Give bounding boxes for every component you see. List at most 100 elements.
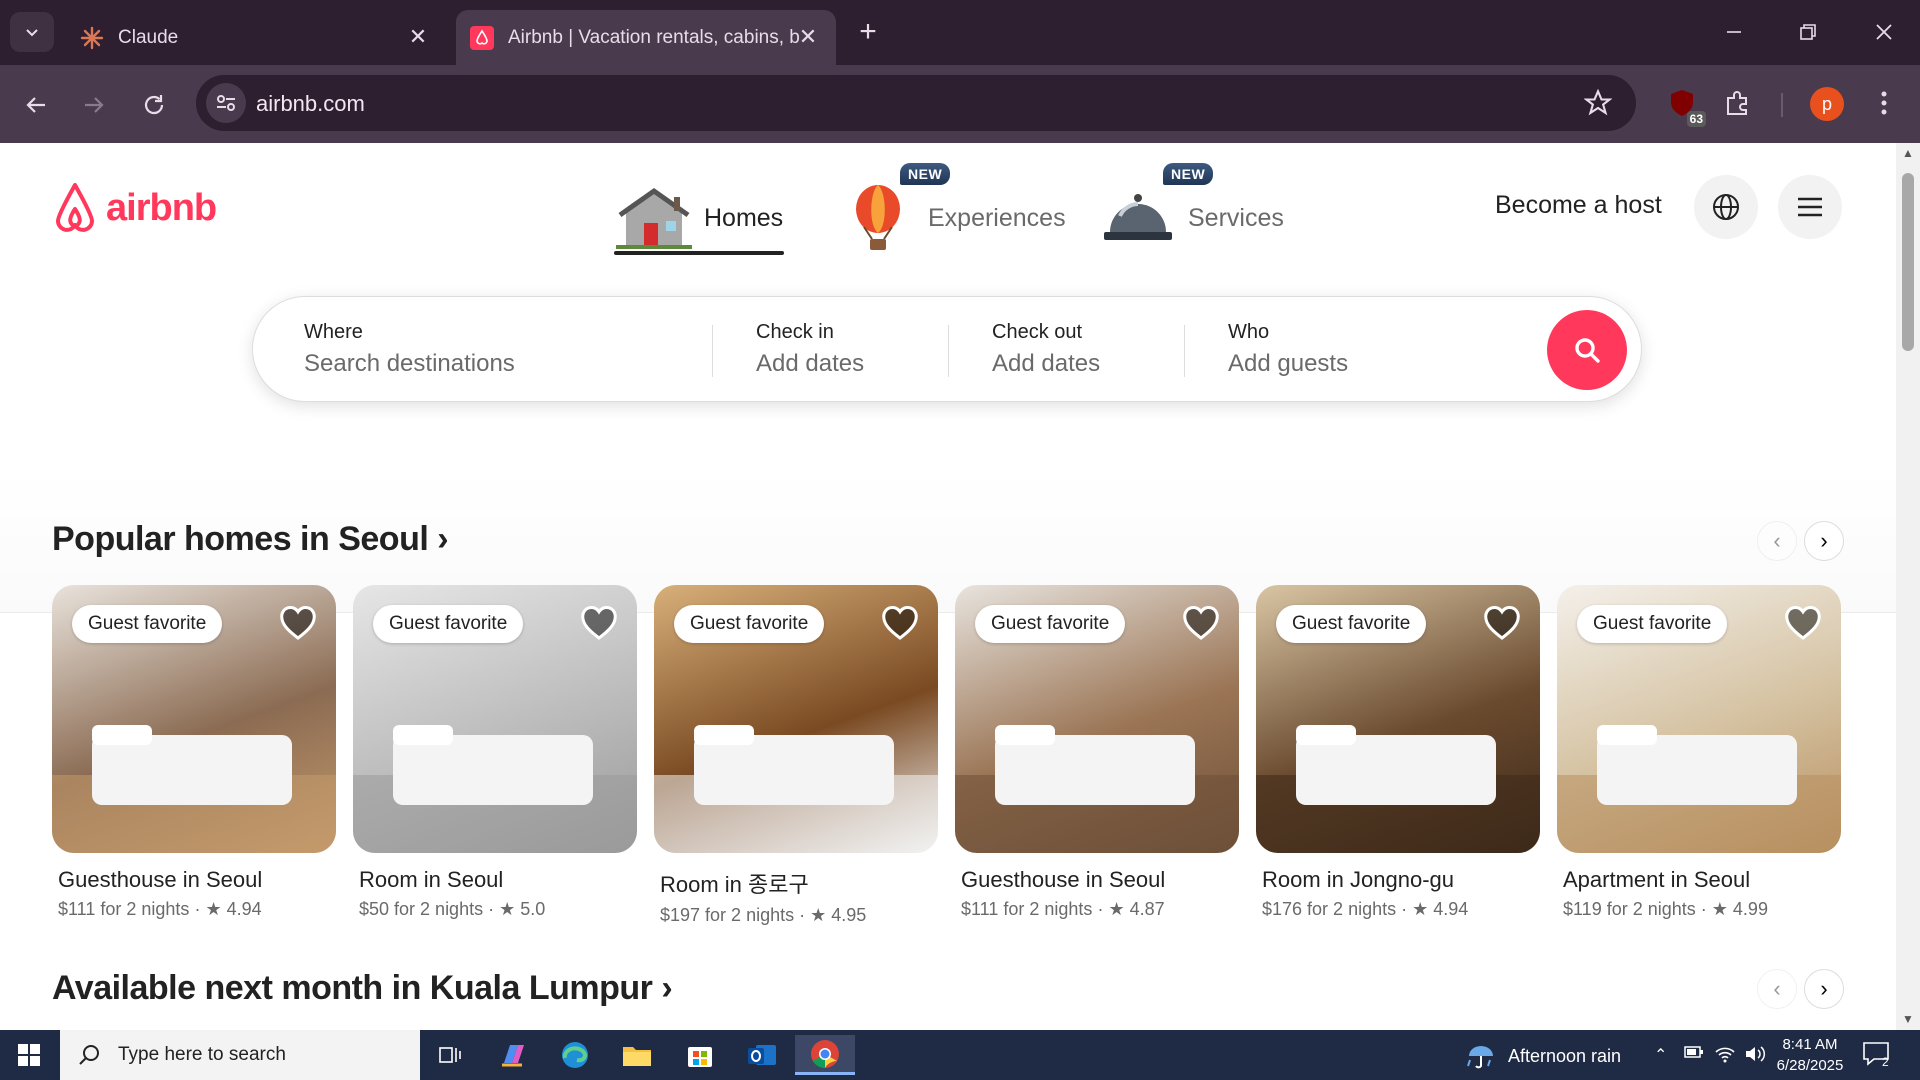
listing-rating: 4.95 xyxy=(831,905,867,925)
close-window-button[interactable] xyxy=(1864,14,1904,50)
become-a-host-link[interactable]: Become a host xyxy=(1495,191,1662,220)
search-divider xyxy=(948,325,949,377)
restore-icon xyxy=(1800,24,1816,40)
who-label: Who xyxy=(1228,321,1270,343)
site-info-button[interactable] xyxy=(206,83,246,123)
address-bar[interactable]: airbnb.com xyxy=(196,75,1636,131)
listing-title[interactable]: Room in 종로구 xyxy=(660,867,938,899)
taskbar-search-box[interactable]: Type here to search xyxy=(60,1030,420,1080)
listing-title[interactable]: Room in Seoul xyxy=(359,867,637,893)
scroll-up-arrow-icon[interactable]: ▲ xyxy=(1902,147,1914,159)
new-tab-button[interactable]: + xyxy=(852,15,884,48)
carousel-next-button[interactable]: › xyxy=(1804,521,1844,561)
microsoft-store-button[interactable] xyxy=(675,1035,725,1075)
minimize-button[interactable] xyxy=(1714,14,1754,50)
main-menu-button[interactable] xyxy=(1778,175,1842,239)
star-icon: ★ xyxy=(1108,899,1125,919)
extensions-button[interactable] xyxy=(1720,85,1756,121)
weather-widget[interactable]: Afternoon rain xyxy=(1466,1042,1621,1070)
guest-favorite-badge: Guest favorite xyxy=(72,605,223,643)
listing-title[interactable]: Guesthouse in Seoul xyxy=(961,867,1239,893)
profile-avatar[interactable]: p xyxy=(1810,87,1844,121)
system-clock[interactable]: 8:41 AM 6/28/2025 xyxy=(1770,1034,1850,1076)
tab-airbnb[interactable]: Airbnb | Vacation rentals, cabins, b ✕ xyxy=(456,10,836,65)
wifi-icon[interactable] xyxy=(1714,1045,1736,1068)
show-hidden-icons-button[interactable]: ⌃ xyxy=(1654,1045,1667,1065)
category-services[interactable]: Services xyxy=(1098,178,1284,258)
section-title[interactable]: Popular homes in Seoul › xyxy=(52,520,449,559)
close-tab-icon[interactable]: ✕ xyxy=(794,23,822,51)
listing-card[interactable]: Guest favorite Room in Seoul $50 for 2 nig… xyxy=(353,585,637,920)
battery-icon[interactable] xyxy=(1684,1045,1704,1064)
listing-photo[interactable]: Guest favorite xyxy=(955,585,1239,853)
task-view-button[interactable] xyxy=(425,1035,475,1075)
chevron-down-icon xyxy=(26,29,38,37)
folder-icon xyxy=(623,1047,651,1066)
listing-title[interactable]: Apartment in Seoul xyxy=(1563,867,1841,893)
hamburger-menu-icon xyxy=(1798,197,1822,217)
listing-card[interactable]: Guest favorite Guesthouse in Seoul $111 fo… xyxy=(955,585,1239,920)
listing-card[interactable]: Guest favorite Guesthouse in Seoul $111 fo… xyxy=(52,585,336,920)
where-field[interactable]: Where Search destinations xyxy=(304,321,515,378)
search-bar[interactable]: Where Search destinations Check in Add d… xyxy=(252,296,1642,402)
carousel-prev-button[interactable]: ‹ xyxy=(1757,521,1797,561)
claude-logo-icon xyxy=(80,26,104,50)
listing-photo[interactable]: Guest favorite xyxy=(654,585,938,853)
listing-photo[interactable]: Guest favorite xyxy=(1557,585,1841,853)
url-text[interactable]: airbnb.com xyxy=(256,91,365,117)
reload-button[interactable] xyxy=(134,85,174,125)
check-in-field[interactable]: Check in Add dates xyxy=(756,321,864,378)
clock-date: 6/28/2025 xyxy=(1776,1057,1844,1074)
listing-photo[interactable]: Guest favorite xyxy=(52,585,336,853)
bookmark-star-icon[interactable] xyxy=(1584,89,1612,117)
category-homes[interactable]: Homes xyxy=(614,178,783,258)
heart-wishlist-icon[interactable] xyxy=(579,603,619,643)
notification-count: 2 xyxy=(1882,1055,1889,1068)
heart-wishlist-icon[interactable] xyxy=(880,603,920,643)
who-field[interactable]: Who Add guests xyxy=(1228,321,1348,378)
volume-icon[interactable] xyxy=(1744,1045,1766,1068)
start-button[interactable] xyxy=(0,1030,58,1080)
copilot-button[interactable] xyxy=(488,1035,538,1075)
listing-rating: 4.94 xyxy=(1433,899,1469,919)
chevron-left-icon: ‹ xyxy=(1773,528,1781,553)
heart-wishlist-icon[interactable] xyxy=(1482,603,1522,643)
where-placeholder: Search destinations xyxy=(304,350,515,377)
listing-card[interactable]: Guest favorite Room in Jongno-gu $176 for … xyxy=(1256,585,1540,920)
language-button[interactable] xyxy=(1694,175,1758,239)
heart-wishlist-icon[interactable] xyxy=(1181,603,1221,643)
tab-claude[interactable]: Claude ✕ xyxy=(66,10,446,65)
edge-button[interactable] xyxy=(550,1035,600,1075)
scrollbar-thumb[interactable] xyxy=(1902,173,1914,351)
forward-button[interactable] xyxy=(74,85,114,125)
close-tab-icon[interactable]: ✕ xyxy=(404,23,432,51)
file-explorer-button[interactable] xyxy=(612,1035,662,1075)
listing-photo[interactable]: Guest favorite xyxy=(1256,585,1540,853)
tab-search-button[interactable] xyxy=(10,12,54,52)
listing-price-rating: $50 for 2 nights · ★ 5.0 xyxy=(359,899,546,919)
listing-title[interactable]: Guesthouse in Seoul xyxy=(58,867,336,893)
section-title[interactable]: Available next month in Kuala Lumpur › xyxy=(52,969,673,1008)
airbnb-logo[interactable]: airbnb xyxy=(50,181,217,235)
listing-card[interactable]: Guest favorite Apartment in Seoul $119 for… xyxy=(1557,585,1841,920)
scroll-down-arrow-icon[interactable]: ▼ xyxy=(1902,1013,1914,1025)
carousel-next-button[interactable]: › xyxy=(1804,969,1844,1009)
search-button[interactable] xyxy=(1547,310,1627,390)
listing-title[interactable]: Room in Jongno-gu xyxy=(1262,867,1540,893)
heart-wishlist-icon[interactable] xyxy=(1783,603,1823,643)
back-button[interactable] xyxy=(16,85,56,125)
listing-card[interactable]: Guest favorite Room in 종로구 $197 for 2 nigh… xyxy=(654,585,938,926)
browser-menu-button[interactable] xyxy=(1866,85,1902,121)
listing-photo[interactable]: Guest favorite xyxy=(353,585,637,853)
category-experiences[interactable]: Experiences xyxy=(838,178,1066,258)
edge-browser-icon xyxy=(562,1042,588,1068)
chrome-taskbar-button[interactable] xyxy=(795,1035,855,1075)
outlook-button[interactable] xyxy=(737,1035,787,1075)
ublock-extension-button[interactable]: 63 xyxy=(1664,85,1706,127)
notification-center-button[interactable]: 2 xyxy=(1862,1040,1896,1070)
heart-wishlist-icon[interactable] xyxy=(278,603,318,643)
carousel-prev-button[interactable]: ‹ xyxy=(1757,969,1797,1009)
restore-button[interactable] xyxy=(1788,14,1828,50)
page-scrollbar[interactable]: ▲ ▼ xyxy=(1896,143,1920,1030)
check-out-field[interactable]: Check out Add dates xyxy=(992,321,1100,378)
